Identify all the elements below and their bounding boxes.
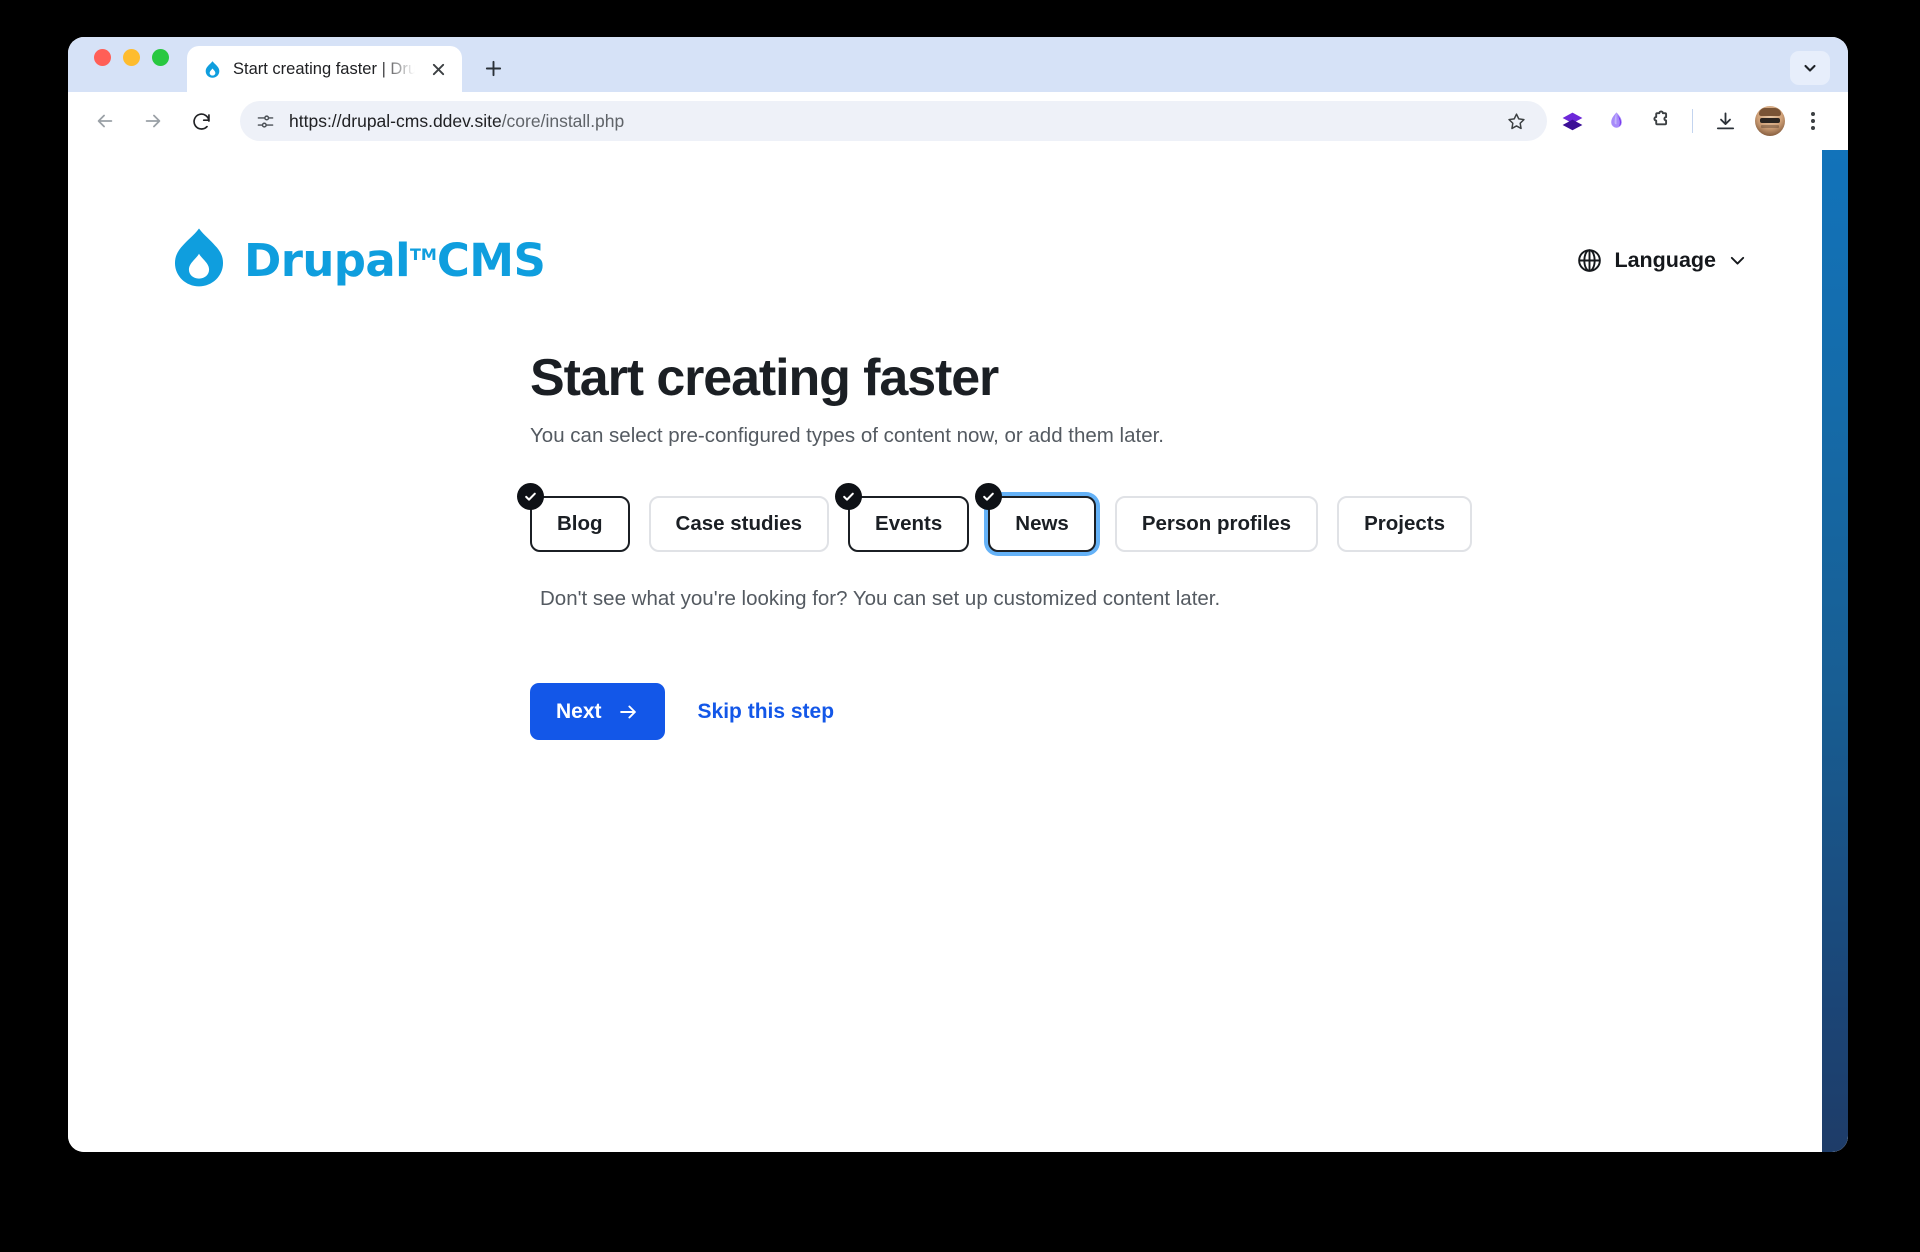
content-type-label: Events [875,512,943,536]
reload-icon [192,112,210,130]
site-header: DrupalTMCMS Language [68,150,1822,295]
content-type-option-blog[interactable]: Blog [517,483,630,553]
check-icon [975,483,1003,511]
globe-icon [1578,248,1602,272]
close-icon[interactable] [426,57,450,81]
logo-wordmark-tm: TM [410,244,437,264]
drupal-droplet-icon [174,228,224,287]
language-switcher[interactable]: Language [1576,247,1748,274]
drupal-install-page: DrupalTMCMS Language Start creating fast… [68,150,1822,1152]
avatar[interactable] [1755,106,1785,136]
tab-list-button[interactable] [1790,51,1830,85]
drupal-droplet-icon [205,60,220,78]
browser-window: Start creating faster | Drupal C [68,37,1848,1152]
logo-wordmark-primary: Drupal [244,233,411,287]
chevron-down-icon [1730,256,1745,265]
form-actions: Next Skip this step [530,683,1822,741]
page-subtitle: You can select pre-configured types of c… [530,424,1164,448]
content-type-label: Projects [1364,512,1445,536]
close-window-button[interactable] [94,49,111,66]
reload-button[interactable] [180,100,222,142]
helper-text: Don't see what you're looking for? You c… [540,587,1221,611]
forward-button[interactable] [132,100,174,142]
url-host: https://drupal-cms.ddev.site [289,110,502,131]
page-viewport: DrupalTMCMS Language Start creating fast… [68,150,1848,1152]
chevron-down-icon [1804,64,1816,72]
content-type-option-news[interactable]: News [975,483,1096,553]
logo-wordmark: DrupalTMCMS [244,233,546,287]
download-icon [1716,111,1734,129]
back-button[interactable] [84,100,126,142]
content-type-label: News [1015,512,1069,536]
star-icon[interactable] [1499,104,1533,138]
content-type-option-events[interactable]: Events [835,483,970,553]
three-dot-menu-icon[interactable] [1796,102,1830,140]
next-button-label: Next [556,699,602,723]
install-step-content: Start creating faster You can select pre… [68,295,1822,741]
site-settings-icon[interactable] [256,112,275,131]
arrow-right-icon [145,114,161,128]
maximize-window-button[interactable] [152,49,169,66]
browser-toolbar: https://drupal-cms.ddev.site/core/instal… [68,92,1848,150]
url-path: /core/install.php [501,110,625,131]
skip-this-step-link[interactable]: Skip this step [698,700,835,724]
content-type-label: Blog [557,512,603,536]
check-icon [835,483,863,511]
puzzle-extensions-icon[interactable] [1641,102,1679,140]
gem-extension-icon[interactable] [1597,102,1635,140]
content-type-label: Case studies [675,512,803,536]
content-type-option-case-studies[interactable]: Case studies [648,496,830,553]
address-bar[interactable]: https://drupal-cms.ddev.site/core/instal… [240,101,1547,141]
page-title: Start creating faster [530,349,999,407]
browser-tab-title: Start creating faster | Drupal C [233,59,415,78]
arrow-left-icon [97,114,113,128]
content-type-options: Blog Case studies Events News Person profile… [517,483,1822,553]
check-icon [517,483,544,511]
content-type-option-projects[interactable]: Projects [1337,496,1472,553]
layers-extension-icon[interactable] [1553,102,1591,140]
logo-wordmark-secondary: CMS [436,233,546,287]
browser-tab-strip: Start creating faster | Drupal C [68,37,1848,92]
language-switcher-label: Language [1614,247,1716,272]
window-traffic-lights [88,37,183,92]
page-edge-accent-strip [1822,150,1848,1152]
content-type-option-person-profiles[interactable]: Person profiles [1114,496,1319,553]
download-button[interactable] [1706,102,1744,140]
content-type-label: Person profiles [1141,512,1292,536]
new-tab-button[interactable] [474,49,512,87]
minimize-window-button[interactable] [123,49,140,66]
url-text: https://drupal-cms.ddev.site/core/instal… [289,111,1499,132]
arrow-right-icon [619,705,636,719]
toolbar-divider [1692,109,1693,133]
next-button[interactable]: Next [530,683,665,741]
drupal-cms-logo: DrupalTMCMS [168,225,546,295]
browser-tab[interactable]: Start creating faster | Drupal C [187,46,462,92]
